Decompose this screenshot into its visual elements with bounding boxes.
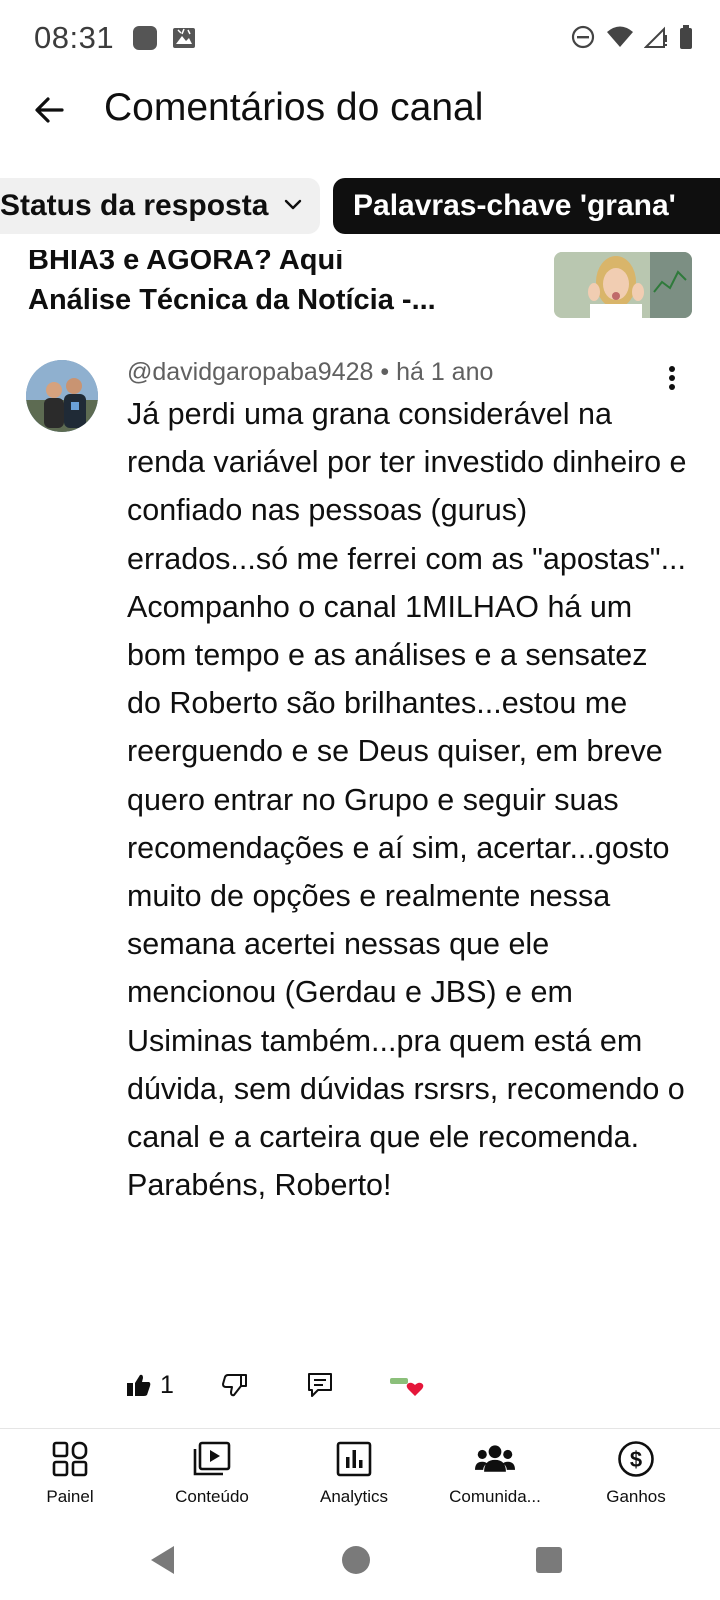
status-filter-chip[interactable]: Status da resposta <box>0 178 320 234</box>
svg-text:$: $ <box>630 1447 642 1472</box>
triangle-back-icon <box>151 1546 174 1574</box>
video-title: BHIA3 e AGORA? Aqui Análise Técnica da N… <box>28 250 548 320</box>
content-icon <box>192 1439 232 1479</box>
app-bar: Comentários do canal <box>0 78 720 164</box>
video-title-line: BHIA3 e AGORA? Aqui <box>28 250 344 276</box>
meta-separator: • <box>373 358 397 386</box>
nav-label: Analytics <box>319 1487 389 1506</box>
battery-icon <box>678 24 694 55</box>
circle-home-icon <box>342 1546 370 1574</box>
comment-time: há 1 ano <box>396 358 494 386</box>
nav-label: Painel <box>46 1487 94 1506</box>
do-not-disturb-icon <box>570 24 596 55</box>
avatar[interactable] <box>26 360 98 432</box>
filter-chips: Status da resposta Palavras-chave 'grana… <box>0 178 720 234</box>
nav-label: Comunida... <box>449 1487 541 1506</box>
comment-meta: @davidgaropaba9428 • há 1 ano <box>127 358 493 387</box>
system-home-button[interactable] <box>336 1540 376 1580</box>
signal-icon <box>643 25 668 54</box>
page-title: Comentários do canal <box>104 86 484 129</box>
more-vertical-icon <box>669 366 675 390</box>
nav-label: Conteúdo <box>175 1487 249 1506</box>
system-recents-button[interactable] <box>529 1540 569 1580</box>
arrow-left-icon <box>35 97 64 123</box>
heart-button[interactable] <box>388 1360 426 1410</box>
bottom-nav: Painel Conteúdo Analytics Comunida... $ … <box>0 1428 720 1528</box>
nav-item-painel[interactable]: Painel <box>0 1439 142 1525</box>
app-notification-icon <box>133 26 157 50</box>
nav-item-analytics[interactable]: Analytics <box>282 1439 426 1525</box>
comment-text: Já perdi uma grana considerável na renda… <box>127 397 687 1203</box>
comment-actions: 1 <box>0 1360 720 1410</box>
video-thumbnail[interactable] <box>554 252 692 318</box>
system-nav-bar <box>0 1528 720 1600</box>
system-back-button[interactable] <box>143 1540 183 1580</box>
gallery-notification-icon <box>172 26 196 50</box>
thumbs-down-icon <box>222 1374 247 1397</box>
square-recents-icon <box>536 1547 562 1573</box>
like-button[interactable]: 1 <box>126 1360 174 1410</box>
nav-item-conteudo[interactable]: Conteúdo <box>140 1439 284 1525</box>
thumbs-up-icon <box>127 1374 151 1396</box>
chevron-down-icon <box>282 189 304 223</box>
status-time: 08:31 <box>34 20 115 55</box>
reply-comment-icon <box>308 1373 332 1397</box>
status-bar: 08:31 <box>0 0 720 78</box>
status-filter-label: Status da resposta <box>0 189 269 222</box>
dislike-button[interactable] <box>222 1360 248 1410</box>
nav-label: Ganhos <box>606 1487 666 1506</box>
back-button[interactable] <box>26 86 74 134</box>
comment-author[interactable]: @davidgaropaba9428 <box>127 358 373 386</box>
earnings-icon: $ <box>616 1439 656 1479</box>
analytics-icon <box>334 1439 374 1479</box>
keyword-filter-label: Palavras-chave 'grana' <box>353 189 676 222</box>
keyword-filter-chip[interactable]: Palavras-chave 'grana' <box>333 178 720 234</box>
video-row[interactable]: BHIA3 e AGORA? Aqui Análise Técnica da N… <box>0 250 720 332</box>
like-count: 1 <box>160 1370 174 1399</box>
reply-button[interactable] <box>306 1360 334 1410</box>
wifi-icon <box>606 25 634 54</box>
creator-heart-icon <box>390 1378 424 1396</box>
video-title-line: Análise Técnica da Notícia -... <box>28 284 436 316</box>
community-icon <box>475 1439 515 1479</box>
dashboard-icon <box>50 1439 90 1479</box>
nav-item-comunidade[interactable]: Comunida... <box>423 1439 567 1525</box>
nav-item-ganhos[interactable]: $ Ganhos <box>564 1439 708 1525</box>
